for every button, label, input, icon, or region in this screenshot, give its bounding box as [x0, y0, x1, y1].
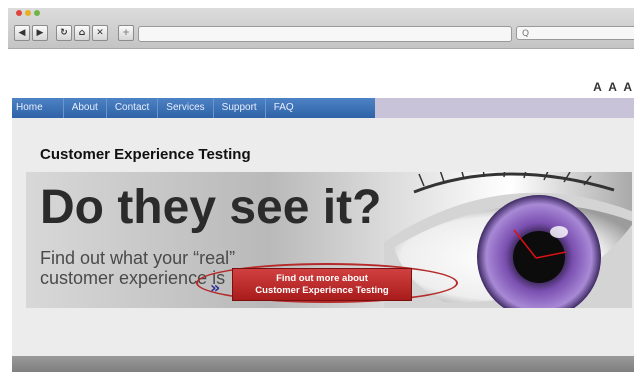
- page-title: Customer Experience Testing: [40, 146, 251, 163]
- font-size-control[interactable]: A A A: [593, 80, 634, 94]
- nav-item-support[interactable]: Support: [214, 98, 266, 118]
- learn-more-button[interactable]: Find out more about Customer Experience …: [232, 268, 412, 301]
- nav-item-services[interactable]: Services: [158, 98, 214, 118]
- nav-item-contact[interactable]: Contact: [107, 98, 159, 118]
- main-nav: Home About Contact Services Support FAQ: [12, 98, 375, 118]
- nav-item-faq[interactable]: FAQ: [266, 98, 302, 118]
- nav-item-about[interactable]: About: [64, 98, 107, 118]
- banner-headline: Do they see it?: [40, 181, 382, 234]
- page-footer: [12, 356, 634, 372]
- browser-search-field[interactable]: Q: [516, 26, 634, 40]
- browser-nav-buttons: ◀ ▶ ↻ ⌂ ✕ +: [14, 25, 134, 41]
- reload-icon[interactable]: ↻: [56, 25, 72, 41]
- maximize-window-icon[interactable]: [34, 10, 40, 16]
- browser-toolbar: ◀ ▶ ↻ ⌂ ✕ + Q: [8, 8, 634, 49]
- double-chevron-right-icon: »: [210, 278, 221, 297]
- cta-line-1: Find out more about: [276, 272, 368, 284]
- address-bar[interactable]: [138, 26, 512, 42]
- home-icon[interactable]: ⌂: [74, 25, 90, 41]
- close-window-icon[interactable]: [16, 10, 22, 16]
- font-size-label[interactable]: A A A: [593, 80, 634, 94]
- minimize-window-icon[interactable]: [25, 10, 31, 16]
- new-tab-icon[interactable]: +: [118, 25, 134, 41]
- stop-icon[interactable]: ✕: [92, 25, 108, 41]
- search-icon: Q: [522, 29, 530, 39]
- window-controls: [16, 10, 40, 16]
- forward-icon[interactable]: ▶: [32, 25, 48, 41]
- banner-subline-1: Find out what your “real”: [40, 248, 236, 268]
- back-icon[interactable]: ◀: [14, 25, 30, 41]
- cta-line-2: Customer Experience Testing: [255, 284, 389, 296]
- nav-item-home[interactable]: Home: [12, 98, 64, 118]
- nav-bar-extension: [375, 98, 634, 118]
